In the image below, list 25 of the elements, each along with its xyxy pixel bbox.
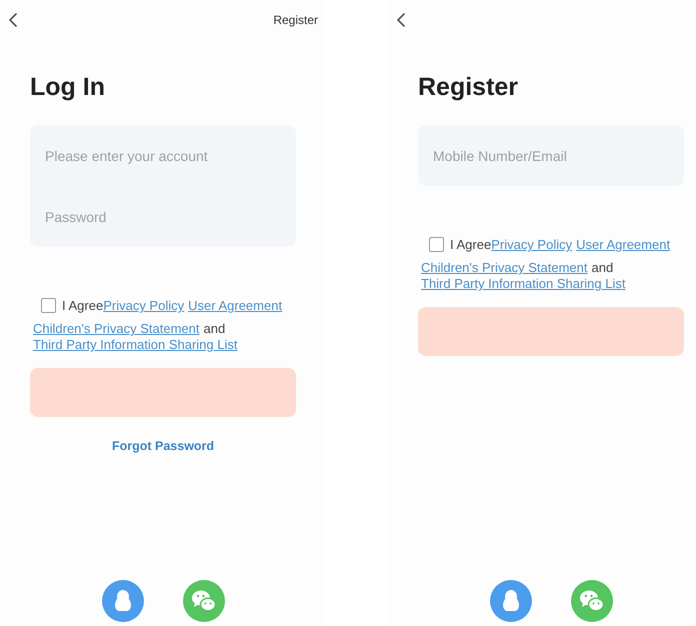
input-field[interactable]: Mobile Number/Email bbox=[418, 125, 684, 186]
page-title: Register bbox=[418, 72, 520, 102]
input-field[interactable]: Please enter your account bbox=[30, 125, 296, 186]
chat-bubbles-icon[interactable] bbox=[570, 580, 612, 622]
agreement-link[interactable]: Third Party Information Sharing List bbox=[33, 337, 238, 352]
checkbox[interactable] bbox=[41, 298, 56, 314]
agreement-text: I AgreePrivacy Policy User Agreement Children's Privacy Statement and Third Party Information Sharing List bbox=[32, 298, 284, 353]
agreement-link[interactable]: User Agreement bbox=[576, 237, 670, 252]
penguin-icon[interactable] bbox=[490, 580, 532, 622]
page-title: Log In bbox=[30, 72, 106, 102]
checkbox[interactable] bbox=[429, 237, 444, 252]
chat-bubbles-icon[interactable] bbox=[182, 580, 224, 622]
agreement-link[interactable]: Privacy Policy bbox=[103, 298, 184, 313]
agreement-link[interactable]: Privacy Policy bbox=[491, 237, 572, 252]
agreement-text: I AgreePrivacy Policy User Agreement Children's Privacy Statement and Third Party Information Sharing List bbox=[420, 237, 672, 292]
forgot-password-link[interactable]: Forgot Password bbox=[112, 438, 214, 454]
agreement-link[interactable]: Third Party Information Sharing List bbox=[421, 276, 626, 291]
back-icon[interactable] bbox=[397, 13, 405, 27]
agreement-link[interactable]: User Agreement bbox=[188, 298, 282, 313]
penguin-icon[interactable] bbox=[102, 580, 144, 622]
agreement-link[interactable]: Children's Privacy Statement bbox=[421, 260, 588, 275]
back-icon[interactable] bbox=[9, 13, 17, 27]
input-field[interactable]: Password bbox=[30, 186, 296, 247]
agreement-link[interactable]: Children's Privacy Statement bbox=[33, 321, 200, 336]
header-link[interactable]: Register bbox=[273, 12, 318, 28]
